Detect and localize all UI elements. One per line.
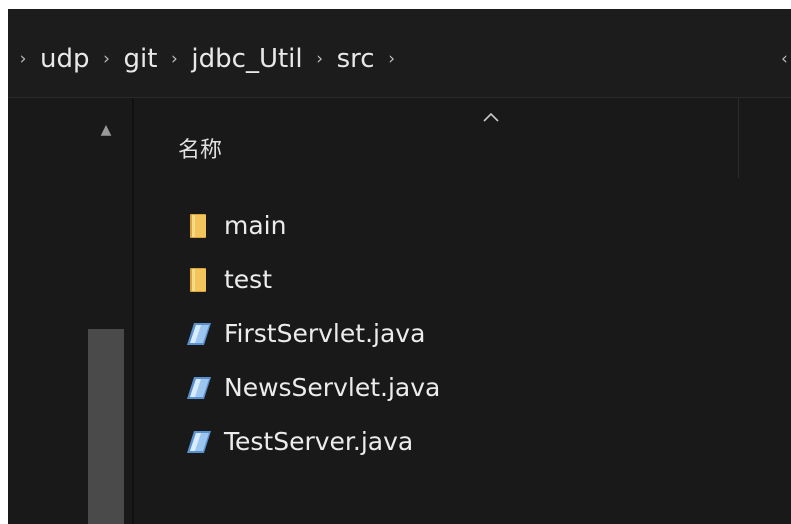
navigation-pane: ▲: [8, 98, 132, 524]
chevron-right-icon[interactable]: ›: [92, 39, 122, 79]
breadcrumb-item-udp[interactable]: udp: [38, 39, 92, 79]
file-name: NewsServlet.java: [224, 373, 441, 402]
breadcrumb-item-src[interactable]: src: [335, 39, 377, 79]
java-file-icon: [184, 427, 214, 457]
navigation-scrollbar-thumb[interactable]: [88, 329, 124, 524]
file-explorer-window: › udp › git › jdbc_Util › src › ‹ ▲ 名称 m…: [8, 9, 791, 524]
chevron-right-icon[interactable]: ›: [159, 39, 189, 79]
java-file-icon: [184, 373, 214, 403]
breadcrumb-item-git[interactable]: git: [122, 39, 160, 79]
file-list-pane: 名称 main test FirstServlet.java NewsServl…: [134, 98, 791, 524]
list-item[interactable]: NewsServlet.java: [184, 361, 604, 415]
column-header-name[interactable]: 名称: [178, 136, 222, 166]
list-item[interactable]: test: [184, 253, 604, 307]
file-name: FirstServlet.java: [224, 319, 426, 348]
address-bar[interactable]: › udp › git › jdbc_Util › src › ‹: [8, 9, 791, 98]
scroll-up-icon[interactable]: ▲: [94, 120, 118, 140]
folder-icon: [184, 265, 214, 295]
folder-icon: [184, 211, 214, 241]
java-file-icon: [184, 319, 214, 349]
column-separator[interactable]: [738, 98, 739, 178]
list-item[interactable]: main: [184, 199, 604, 253]
chevron-right-icon[interactable]: ›: [377, 39, 407, 79]
file-name: main: [224, 211, 287, 240]
chevron-right-icon[interactable]: ›: [305, 39, 335, 79]
file-list: main test FirstServlet.java NewsServlet.…: [184, 199, 604, 469]
chevron-right-icon[interactable]: ›: [8, 39, 38, 79]
chevron-left-icon[interactable]: ‹: [781, 39, 788, 79]
breadcrumb-item-jdbc-util[interactable]: jdbc_Util: [189, 39, 304, 79]
breadcrumb: › udp › git › jdbc_Util › src ›: [8, 39, 407, 79]
file-name: test: [224, 265, 273, 294]
list-item[interactable]: TestServer.java: [184, 415, 604, 469]
sort-ascending-icon: [479, 108, 503, 126]
list-item[interactable]: FirstServlet.java: [184, 307, 604, 361]
file-name: TestServer.java: [224, 427, 414, 456]
